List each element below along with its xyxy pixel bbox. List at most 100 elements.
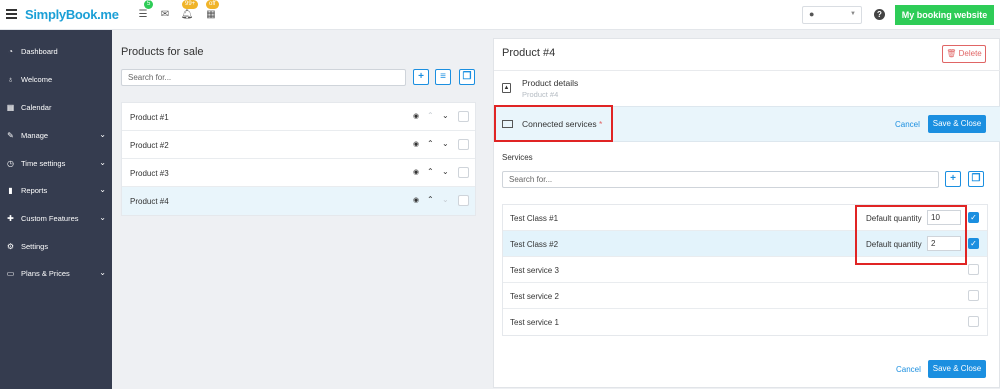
product-details-label[interactable]: Product details xyxy=(522,78,578,88)
save-close-button[interactable]: Save & Close xyxy=(928,115,986,133)
image-icon: ▲ xyxy=(502,83,511,93)
services-search-input[interactable]: Search for... xyxy=(502,171,939,188)
products-title: Products for sale xyxy=(121,46,204,58)
list-icon: ≡ xyxy=(440,71,446,82)
service-name: Test service 2 xyxy=(510,292,559,301)
eye-icon[interactable]: ◉ xyxy=(413,168,419,176)
checkbox[interactable] xyxy=(458,139,469,150)
sidebar-item-time-settings[interactable]: ◷ Time settings ⌄ xyxy=(0,154,112,174)
eye-icon[interactable]: ◉ xyxy=(413,140,419,148)
sidebar-item-label: Settings xyxy=(21,242,49,251)
sidebar-item-settings[interactable]: ⚙ Settings xyxy=(0,237,112,257)
chevron-up-icon[interactable]: ⌃ xyxy=(427,139,434,148)
list-item[interactable]: Test service 2 xyxy=(503,283,987,309)
products-list: Product #1 ◉ ⌃ ⌄ Product #2 ◉ ⌃ ⌄ Produc… xyxy=(121,102,476,216)
list-item[interactable]: Product #3 ◉ ⌃ ⌄ xyxy=(122,159,475,187)
envelope-icon[interactable]: ✉ xyxy=(158,8,172,22)
annotation-highlight xyxy=(494,105,613,142)
sidebar-item-calendar[interactable]: ▦ Calendar xyxy=(0,98,112,118)
clock-icon: ◷ xyxy=(7,159,14,168)
chevron-up-icon: ⌃ xyxy=(427,111,434,120)
calendar-icon: ▦ xyxy=(6,103,15,112)
hamburger-menu-icon[interactable] xyxy=(6,9,17,19)
list-item[interactable]: Product #1 ◉ ⌃ ⌄ xyxy=(122,103,475,131)
sidebar-item-label: Calendar xyxy=(21,103,52,112)
product-detail-title: Product #4 xyxy=(502,47,556,59)
product-details-section[interactable] xyxy=(494,70,1000,106)
chevron-down-icon[interactable]: ⌄ xyxy=(442,167,449,176)
bulk-list-button[interactable]: ≡ xyxy=(435,69,451,85)
bar-chart-icon: ▮ xyxy=(8,186,13,195)
list-icon[interactable]: ☰ xyxy=(136,8,150,22)
bell-icon[interactable]: 🔔︎ xyxy=(180,8,194,22)
service-name: Test Class #2 xyxy=(510,240,559,249)
service-name: Test service 1 xyxy=(510,318,559,327)
checkbox[interactable] xyxy=(458,195,469,206)
checkbox[interactable] xyxy=(968,264,979,275)
sidebar-item-label: Welcome xyxy=(21,75,53,84)
checkbox-checked[interactable]: ✓ xyxy=(968,238,979,249)
notification-badge: off xyxy=(206,0,219,9)
copy-icon: ❐ xyxy=(971,173,981,184)
checkbox[interactable] xyxy=(968,290,979,301)
delete-button[interactable]: 🗑︎ Delete xyxy=(942,45,986,63)
chevron-down-icon[interactable]: ⌄ xyxy=(442,111,449,120)
list-item[interactable]: Product #4 ◉ ⌃ ⌄ xyxy=(122,187,475,215)
copy-button[interactable]: ❐ xyxy=(968,171,984,187)
add-service-button[interactable]: + xyxy=(945,171,961,187)
user-icon: ● xyxy=(809,9,815,19)
chevron-down-icon: ⌄ xyxy=(99,213,106,222)
calendar-icon[interactable]: ▦ xyxy=(204,8,218,22)
chevron-down-icon: ⌄ xyxy=(99,268,106,277)
sidebar-item-plans-prices[interactable]: ▭ Plans & Prices ⌄ xyxy=(0,264,112,284)
sidebar-item-manage[interactable]: ✎ Manage ⌄ xyxy=(0,126,112,146)
sidebar-item-custom-features[interactable]: ✚ Custom Features ⌄ xyxy=(0,209,112,229)
sidebar: ◔ Dashboard ♁ Welcome ▦ Calendar ✎ Manag… xyxy=(0,30,112,389)
copy-button[interactable]: ❐ xyxy=(459,69,475,85)
product-name: Product #1 xyxy=(130,113,169,122)
checkbox[interactable] xyxy=(968,316,979,327)
cancel-link[interactable]: Cancel xyxy=(895,120,920,129)
product-details-sub: Product #4 xyxy=(522,90,559,99)
chevron-up-icon[interactable]: ⌃ xyxy=(427,195,434,204)
list-item[interactable]: Product #2 ◉ ⌃ ⌄ xyxy=(122,131,475,159)
money-icon: ▭ xyxy=(6,269,15,278)
sidebar-item-label: Time settings xyxy=(21,159,66,168)
sidebar-item-welcome[interactable]: ♁ Welcome xyxy=(0,70,112,90)
checkbox-checked[interactable]: ✓ xyxy=(968,212,979,223)
pencil-icon: ✎ xyxy=(7,131,14,140)
cancel-link[interactable]: Cancel xyxy=(896,365,921,374)
list-item[interactable]: Test service 1 xyxy=(503,309,987,335)
sidebar-item-reports[interactable]: ▮ Reports ⌄ xyxy=(0,181,112,201)
save-close-button[interactable]: Save & Close xyxy=(928,360,986,378)
plus-icon: + xyxy=(418,71,424,82)
service-name: Test Class #1 xyxy=(510,214,559,223)
puzzle-icon: ✚ xyxy=(7,214,14,223)
annotation-highlight xyxy=(855,205,967,265)
eye-icon[interactable]: ◉ xyxy=(413,112,419,120)
lightbulb-icon: ♁ xyxy=(7,75,14,84)
notification-badge: 99+ xyxy=(182,0,199,9)
user-select[interactable]: ● ▼ xyxy=(802,6,862,24)
dashboard-icon: ◔ xyxy=(8,47,13,56)
services-heading: Services xyxy=(502,153,533,162)
checkbox[interactable] xyxy=(458,111,469,122)
notification-badge: 5 xyxy=(144,0,154,9)
my-booking-website-button[interactable]: My booking website xyxy=(895,5,994,25)
add-product-button[interactable]: + xyxy=(413,69,429,85)
logo[interactable]: SimplyBook.me xyxy=(25,7,119,22)
gears-icon: ⚙ xyxy=(6,242,15,251)
product-name: Product #4 xyxy=(130,197,169,206)
product-name: Product #2 xyxy=(130,141,169,150)
chevron-down-icon[interactable]: ⌄ xyxy=(442,139,449,148)
help-icon[interactable]: ? xyxy=(874,9,885,20)
sidebar-item-label: Manage xyxy=(21,131,49,140)
checkbox[interactable] xyxy=(458,167,469,178)
products-search-input[interactable]: Search for... xyxy=(121,69,406,86)
chevron-up-icon[interactable]: ⌃ xyxy=(427,167,434,176)
chevron-down-icon: ⌄ xyxy=(99,130,106,139)
chevron-down-icon: ▼ xyxy=(850,11,856,17)
delete-label: Delete xyxy=(958,49,982,58)
eye-icon[interactable]: ◉ xyxy=(413,196,419,204)
sidebar-item-dashboard[interactable]: ◔ Dashboard xyxy=(0,42,112,62)
